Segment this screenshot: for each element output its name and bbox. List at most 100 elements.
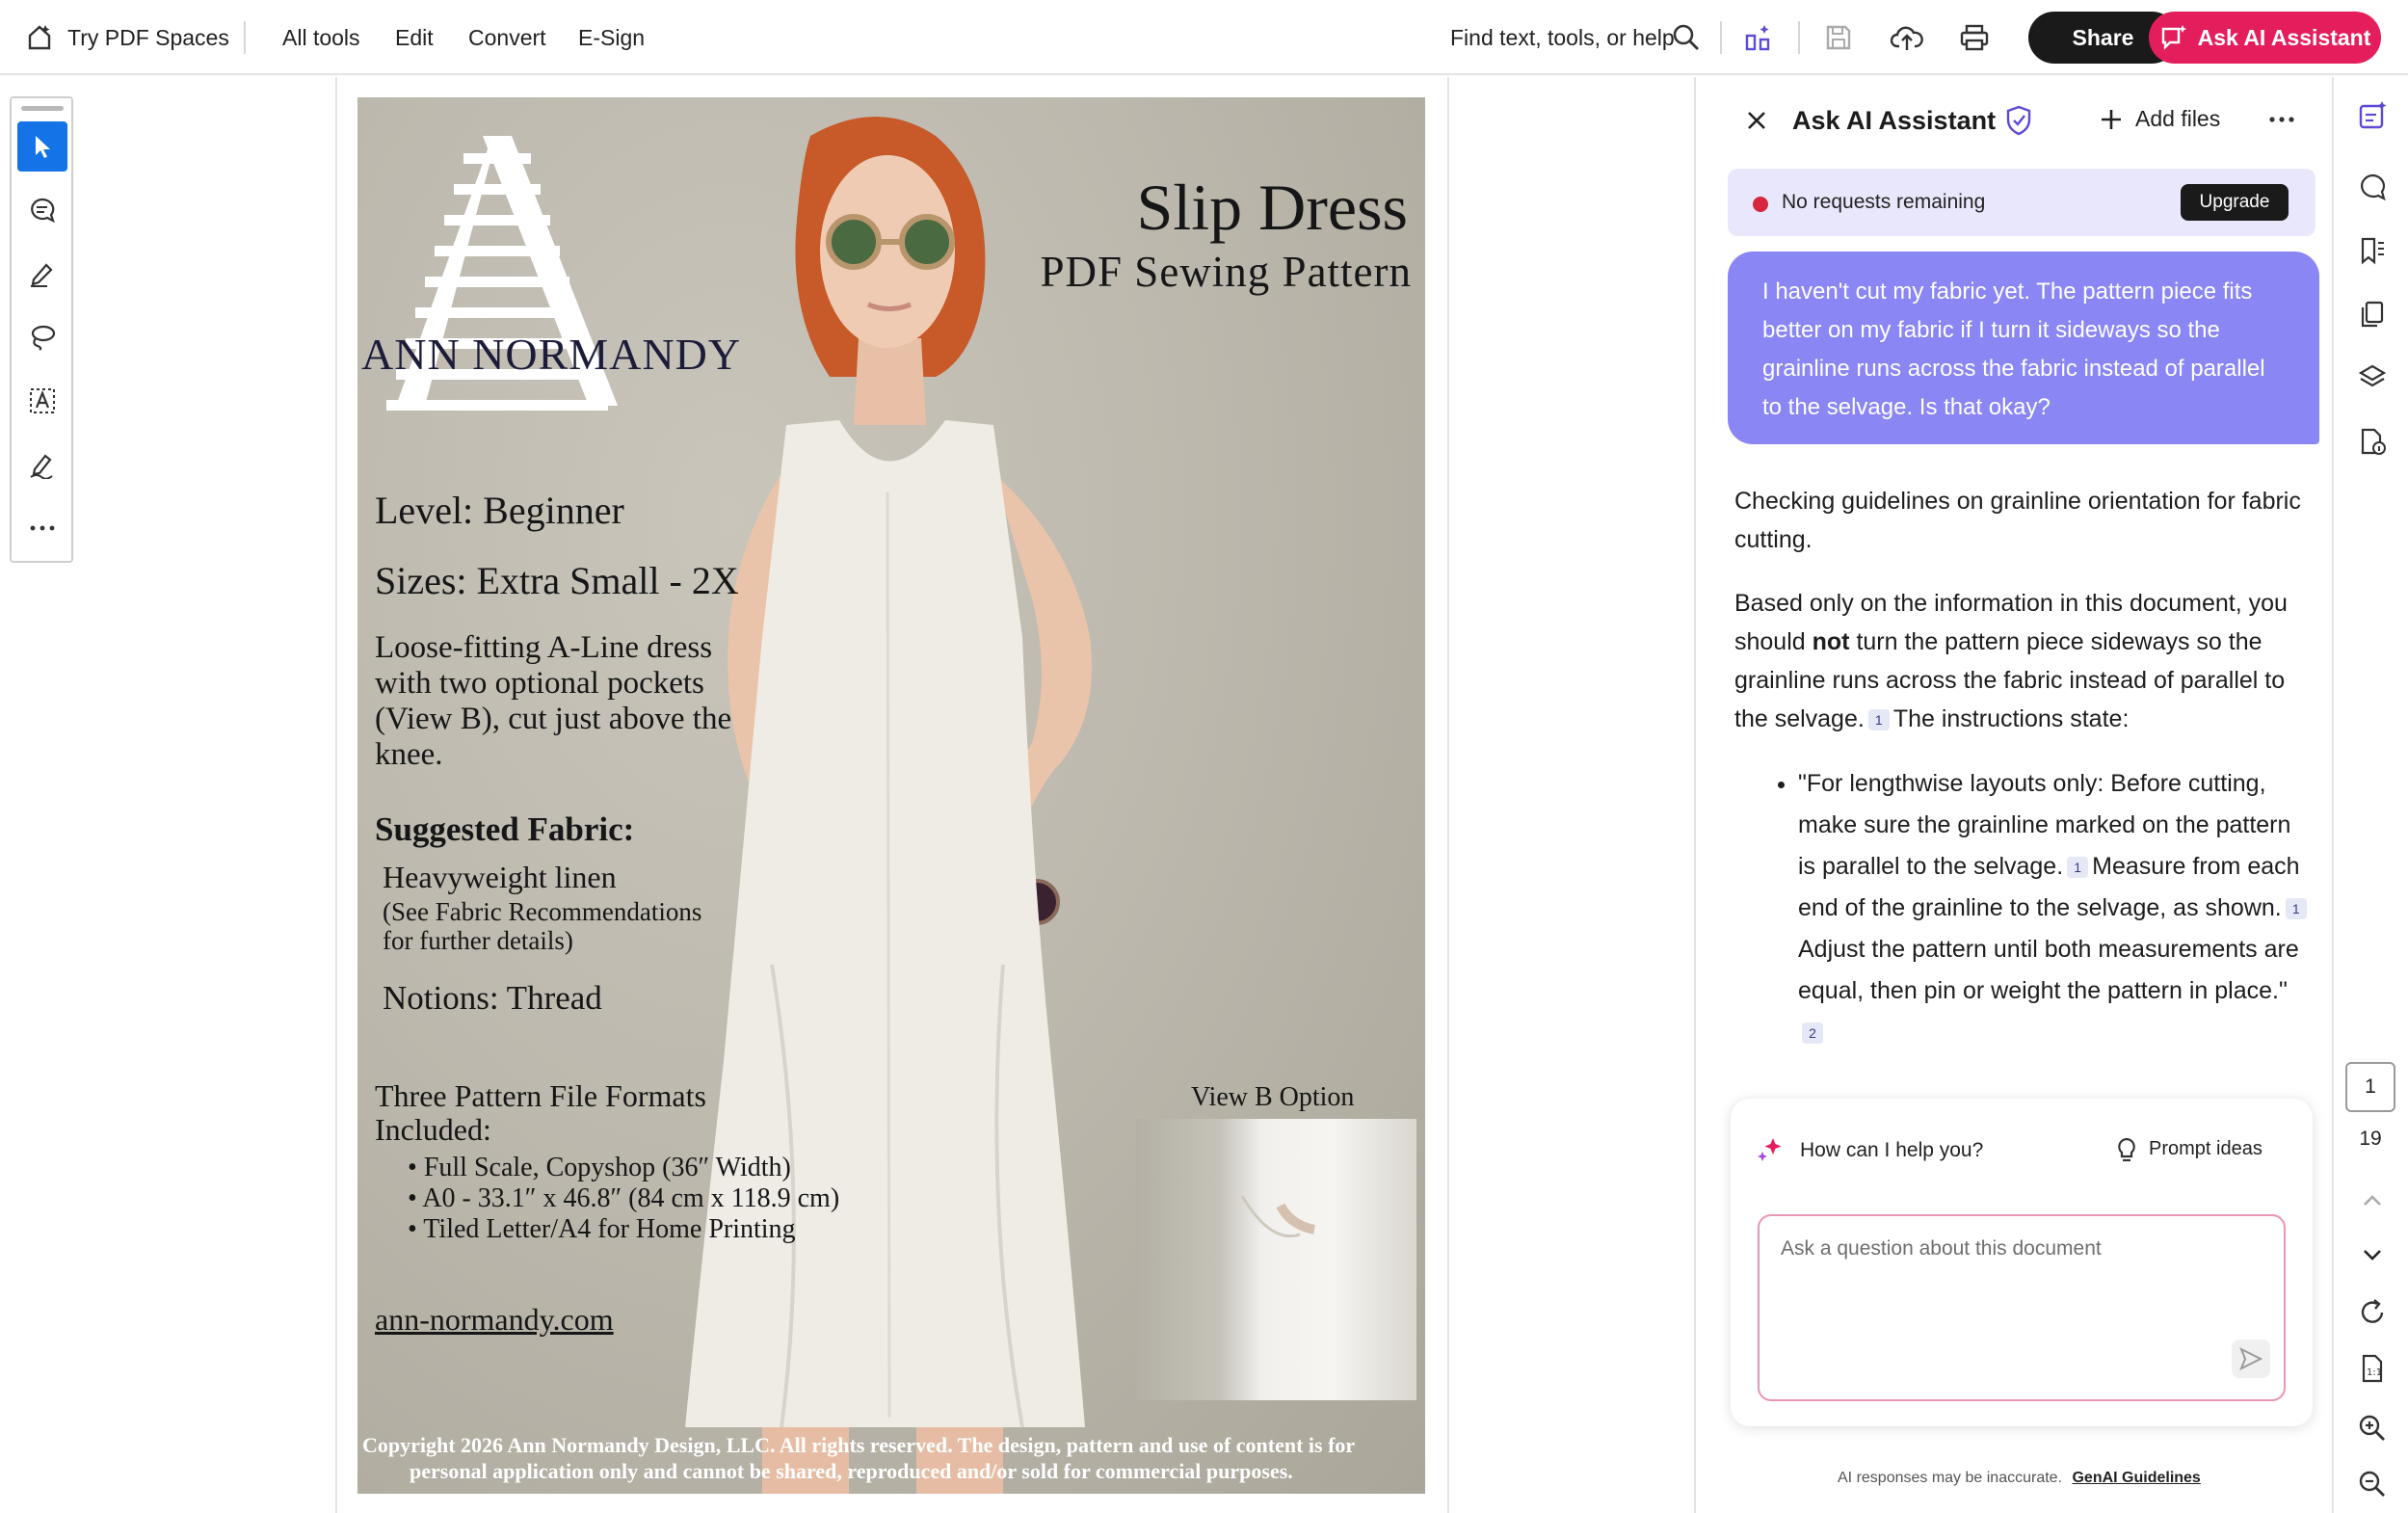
citation-badge[interactable]: 1	[2285, 898, 2307, 920]
bookmarks-icon[interactable]	[2355, 233, 2390, 268]
ai-assistant-icon[interactable]	[2355, 98, 2390, 133]
more-icon	[30, 525, 55, 531]
help-prompt: How can I help you?	[1800, 1139, 1984, 1161]
ai-assistant-panel: Ask AI Assistant Add files No requests r…	[1694, 77, 2331, 1513]
question-input[interactable]: Ask a question about this document	[1758, 1214, 2286, 1401]
view-b-photo	[1136, 1119, 1416, 1400]
format-item-1-text: Full Scale, Copyshop (36″ Width)	[423, 1153, 791, 1182]
total-pages: 19	[2359, 1128, 2382, 1150]
banner-text: No requests remaining	[1782, 191, 1986, 213]
add-files-button[interactable]: Add files	[2099, 106, 2220, 132]
notions-text: Notions: Thread	[383, 979, 602, 1017]
rotate-icon[interactable]	[2355, 1295, 2390, 1330]
menu-all-tools[interactable]: All tools	[282, 0, 360, 75]
prompt-ideas-button[interactable]: Prompt ideas	[2114, 1135, 2262, 1162]
brand-name: ANN NORMANDY	[361, 330, 742, 379]
hand-in-pocket-illustration	[1240, 1195, 1316, 1238]
answer-paragraph: Based only on the information in this do…	[1734, 584, 2313, 738]
format-item-2-text: A0 - 33.1″ x 46.8″ (84 cm x 118.9 cm)	[422, 1183, 840, 1213]
divider	[244, 21, 246, 54]
fit-page-icon[interactable]: 1:1	[2355, 1351, 2390, 1386]
svg-text:1:1: 1:1	[2367, 1367, 2382, 1378]
zoom-in-icon[interactable]	[2355, 1411, 2390, 1446]
draw-tool-button[interactable]	[17, 312, 67, 362]
user-message: I haven't cut my fabric yet. The pattern…	[1728, 252, 2319, 444]
save-icon[interactable]	[1822, 21, 1855, 54]
lasso-icon	[31, 325, 56, 351]
more-options-icon[interactable]	[2267, 112, 2296, 129]
disclaimer: AI responses may be inaccurate. GenAI Gu…	[1838, 1470, 2201, 1487]
text-box-icon	[30, 388, 55, 413]
search-icon[interactable]	[1670, 21, 1703, 54]
sign-tool-button[interactable]	[17, 439, 67, 490]
panel-title: Ask AI Assistant	[1792, 106, 1997, 135]
menu-e-sign[interactable]: E-Sign	[578, 0, 645, 75]
doc-subtitle: PDF Sewing Pattern	[1040, 248, 1412, 296]
menu-convert[interactable]: Convert	[468, 0, 546, 75]
zoom-out-icon[interactable]	[2355, 1467, 2390, 1501]
select-tool-button[interactable]	[17, 121, 67, 172]
layers-icon[interactable]	[2355, 360, 2390, 395]
format-item-3-text: Tiled Letter/A4 for Home Printing	[423, 1214, 796, 1244]
highlight-tool-button[interactable]	[17, 249, 67, 299]
more-tools-button[interactable]	[17, 503, 67, 553]
sizes-text: Sizes: Extra Small - 2X	[375, 559, 739, 602]
divider	[1720, 21, 1722, 54]
fabric-note-line-1: (See Fabric Recommendations	[383, 897, 702, 926]
copyright-line-1: Copyright 2026 Ann Normandy Design, LLC.…	[362, 1433, 1356, 1457]
assistant-response: Checking guidelines on grainline orienta…	[1734, 482, 2313, 1053]
fabric-heading: Suggested Fabric:	[375, 810, 635, 848]
shield-icon[interactable]	[2004, 104, 2033, 142]
quote-item: "For lengthwise layouts only: Before cut…	[1798, 763, 2313, 1053]
comments-icon[interactable]	[2355, 170, 2390, 204]
status-dot	[1753, 197, 1768, 212]
menu-edit[interactable]: Edit	[395, 0, 434, 75]
level-text: Level: Beginner	[375, 489, 624, 532]
description-line-1: Loose-fitting A-Line dress	[375, 630, 713, 665]
answer-tail: The instructions state:	[1892, 705, 2130, 732]
rail-grip[interactable]	[21, 106, 64, 111]
pages-icon[interactable]	[2355, 297, 2390, 332]
send-icon[interactable]	[2232, 1340, 2270, 1378]
description-line-4: knee.	[375, 737, 443, 772]
answer-bold: not	[1812, 628, 1850, 655]
copyright-line-2: personal application only and cannot be …	[410, 1459, 1293, 1483]
close-icon[interactable]	[1744, 108, 1773, 137]
ask-ai-assistant-button[interactable]: Ask AI Assistant	[2149, 12, 2381, 64]
format-item-3: • Tiled Letter/A4 for Home Printing	[408, 1214, 796, 1244]
citation-badge[interactable]: 2	[1802, 1022, 1823, 1045]
fabric-note-line-2: for further details)	[383, 926, 573, 955]
formats-heading-line-1: Three Pattern File Formats	[375, 1078, 706, 1113]
try-pdf-spaces-link[interactable]: Try PDF Spaces	[67, 0, 229, 75]
top-toolbar: Try PDF Spaces All tools Edit Convert E-…	[0, 0, 2408, 75]
comment-icon	[31, 198, 55, 224]
chevron-up-icon[interactable]	[2355, 1183, 2390, 1218]
prompt-ideas-label: Prompt ideas	[2149, 1137, 2262, 1159]
ai-tools-icon[interactable]	[1742, 21, 1775, 54]
sparkle-icon	[1756, 1135, 1785, 1169]
description-line-2: with two optional pockets	[375, 666, 704, 701]
cloud-upload-icon[interactable]	[1890, 21, 1924, 54]
comment-tool-button[interactable]	[17, 185, 67, 235]
tool-rail	[10, 96, 73, 563]
pdf-page: ANN NORMANDY Slip Dress PDF Sewing Patte…	[357, 97, 1425, 1494]
website-link[interactable]: ann-normandy.com	[375, 1302, 614, 1338]
page-number-box[interactable]: 1	[2345, 1062, 2395, 1112]
print-icon[interactable]	[1957, 21, 1992, 54]
genai-guidelines-link[interactable]: GenAI Guidelines	[2072, 1470, 2200, 1486]
input-placeholder: Ask a question about this document	[1781, 1237, 2102, 1260]
pen-icon	[31, 263, 53, 287]
upgrade-button[interactable]: Upgrade	[2181, 184, 2289, 221]
chevron-down-icon[interactable]	[2355, 1237, 2390, 1272]
document-info-icon[interactable]	[2355, 424, 2390, 459]
doc-title: Slip Dress	[1136, 171, 1408, 244]
text-tool-button[interactable]	[17, 376, 67, 426]
lightbulb-icon	[2118, 1137, 2135, 1162]
pdf-spaces-icon[interactable]	[23, 21, 56, 54]
citation-badge[interactable]: 1	[1867, 709, 1890, 731]
citation-badge[interactable]: 1	[2067, 857, 2089, 879]
status-line: Checking guidelines on grainline orienta…	[1734, 488, 2301, 553]
ai-chat-icon	[2161, 25, 2186, 50]
format-item-2: • A0 - 33.1″ x 46.8″ (84 cm x 118.9 cm)	[408, 1183, 840, 1213]
search-label[interactable]: Find text, tools, or help	[1450, 0, 1675, 75]
